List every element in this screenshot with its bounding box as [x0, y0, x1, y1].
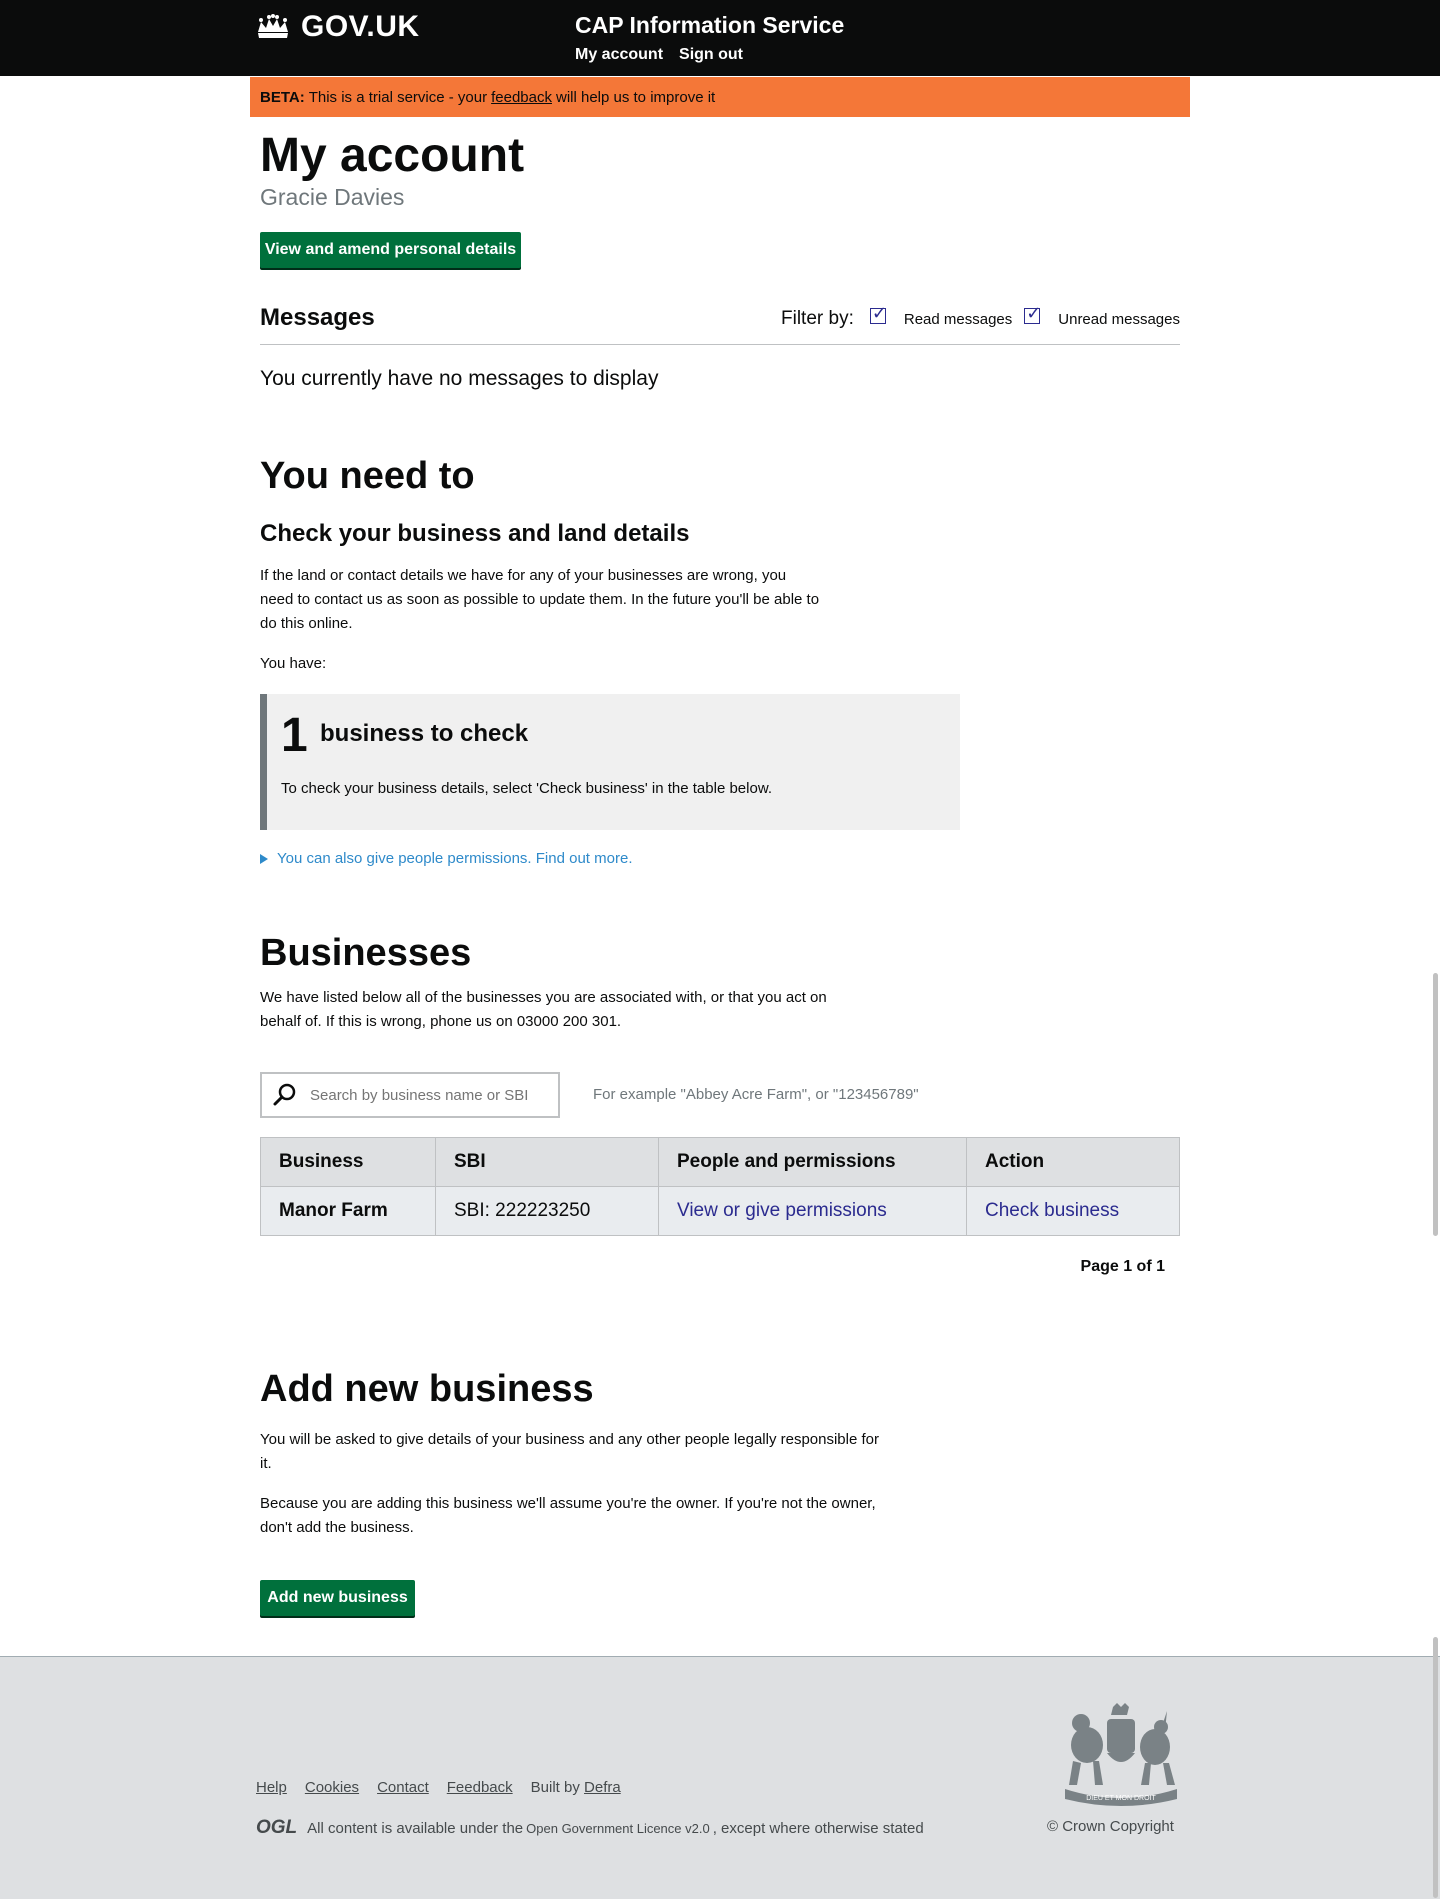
action-cell: Check business [966, 1186, 1180, 1236]
business-check-panel: 1 business to check To check your busine… [260, 694, 960, 830]
beta-tag: BETA: [260, 88, 305, 106]
scrollbar-thumb[interactable] [1433, 973, 1438, 1236]
col-business: Business [260, 1137, 436, 1187]
business-name-cell: Manor Farm [260, 1186, 436, 1236]
sbi-cell: SBI: 222223250 [435, 1186, 659, 1236]
search-hint: For example "Abbey Acre Farm", or "12345… [593, 1086, 919, 1103]
panel-text: To check your business details, select '… [281, 780, 772, 797]
personal-details-button[interactable]: View and amend personal details [260, 232, 521, 268]
you-have-text: You have: [260, 655, 327, 672]
footer-link-feedback[interactable]: Feedback [447, 1779, 513, 1796]
feedback-link[interactable]: feedback [491, 89, 552, 106]
user-name: Gracie Davies [260, 184, 405, 210]
site-footer: Help Cookies Contact Feedback Built by D… [0, 1656, 1440, 1899]
crown-icon [258, 14, 288, 38]
licence-text-before: All content is available under the [307, 1819, 524, 1837]
page-title: My account [260, 129, 525, 182]
panel-count: 1 [281, 709, 308, 762]
copyright[interactable]: © Crown Copyright [1047, 1818, 1174, 1835]
nav-sign-out[interactable]: Sign out [679, 46, 743, 64]
footer-link-cookies[interactable]: Cookies [305, 1779, 359, 1796]
logo-text: GOV.UK [301, 10, 420, 43]
add-business-heading: Add new business [260, 1368, 594, 1410]
table-row: Manor Farm SBI: 222223250 View or give p… [260, 1186, 1180, 1236]
defra-link[interactable]: Defra [584, 1779, 621, 1796]
businesses-table: Business SBI People and permissions Acti… [260, 1137, 1180, 1236]
service-name[interactable]: CAP Information Service [575, 12, 844, 39]
permissions-details-label[interactable]: You can also give people permissions. Fi… [277, 850, 632, 867]
footer-links: Help Cookies Contact Feedback Built by D… [256, 1779, 621, 1796]
built-by-label: Built by [530, 1779, 580, 1796]
licence-row: OGL All content is available under the O… [256, 1817, 924, 1839]
footer-link-contact[interactable]: Contact [377, 1779, 429, 1796]
beta-banner: BETA: This is a trial service - your fee… [250, 77, 1190, 117]
ogl-licence-link[interactable]: Open Government Licence v2.0 [526, 1821, 710, 1836]
no-messages-text: You currently have no messages to displa… [260, 367, 659, 390]
unread-messages-label[interactable]: Unread messages [1058, 311, 1180, 328]
permissions-details-toggle[interactable]: You can also give people permissions. Fi… [260, 850, 632, 867]
search-input[interactable] [308, 1085, 542, 1105]
businesses-text: We have listed below all of the business… [260, 989, 827, 1030]
check-business-link[interactable]: Check business [985, 1200, 1119, 1221]
read-messages-label[interactable]: Read messages [904, 311, 1012, 328]
you-need-to-heading: You need to [260, 455, 475, 497]
read-messages-checkbox[interactable] [869, 303, 887, 324]
footer-link-help[interactable]: Help [256, 1779, 287, 1796]
triangle-right-icon [260, 853, 268, 864]
messages-title: Messages [260, 304, 375, 331]
nav-my-account[interactable]: My account [575, 46, 663, 64]
panel-title: business to check [320, 720, 529, 747]
ogl-logo: OGL [256, 1817, 298, 1838]
search-icon [273, 1083, 296, 1106]
check-details-text: If the land or contact details we have f… [260, 567, 820, 632]
message-filter: Filter by: Read messages Unread messages [781, 303, 1180, 330]
add-business-text-1: You will be asked to give details of you… [260, 1431, 879, 1472]
site-header: GOV.UK CAP Information Service My accoun… [0, 0, 1440, 76]
pagination: Page 1 of 1 [1080, 1258, 1165, 1275]
check-details-heading: Check your business and land details [260, 520, 690, 547]
add-business-button[interactable]: Add new business [260, 1580, 415, 1616]
table-header-row: Business SBI People and permissions Acti… [260, 1137, 1180, 1187]
beta-text-before: This is a trial service - your [308, 88, 488, 106]
businesses-heading: Businesses [260, 932, 472, 974]
beta-text-after: will help us to improve it [555, 88, 716, 106]
built-by: Built by Defra [531, 1779, 621, 1796]
header-nav: My account Sign out [575, 46, 743, 64]
filter-label: Filter by: [781, 308, 854, 329]
add-business-text-2: Because you are adding this business we'… [260, 1495, 876, 1536]
view-permissions-link[interactable]: View or give permissions [677, 1200, 887, 1221]
licence-text-after: , except where otherwise stated [712, 1819, 924, 1837]
col-action: Action [966, 1137, 1180, 1187]
govuk-logo[interactable]: GOV.UK [255, 10, 420, 44]
permissions-cell: View or give permissions [658, 1186, 967, 1236]
business-search[interactable] [260, 1072, 560, 1118]
col-permissions: People and permissions [658, 1137, 967, 1187]
messages-header: Messages Filter by: Read messages Unread… [260, 300, 1180, 345]
scrollbar-thumb-lower[interactable] [1433, 1637, 1438, 1898]
col-sbi: SBI [435, 1137, 659, 1187]
royal-crest-icon: DIEU ET MON DROIT [1065, 1703, 1177, 1806]
unread-messages-checkbox[interactable] [1024, 303, 1041, 324]
crest-motto: DIEU ET MON DROIT [1086, 1795, 1156, 1802]
